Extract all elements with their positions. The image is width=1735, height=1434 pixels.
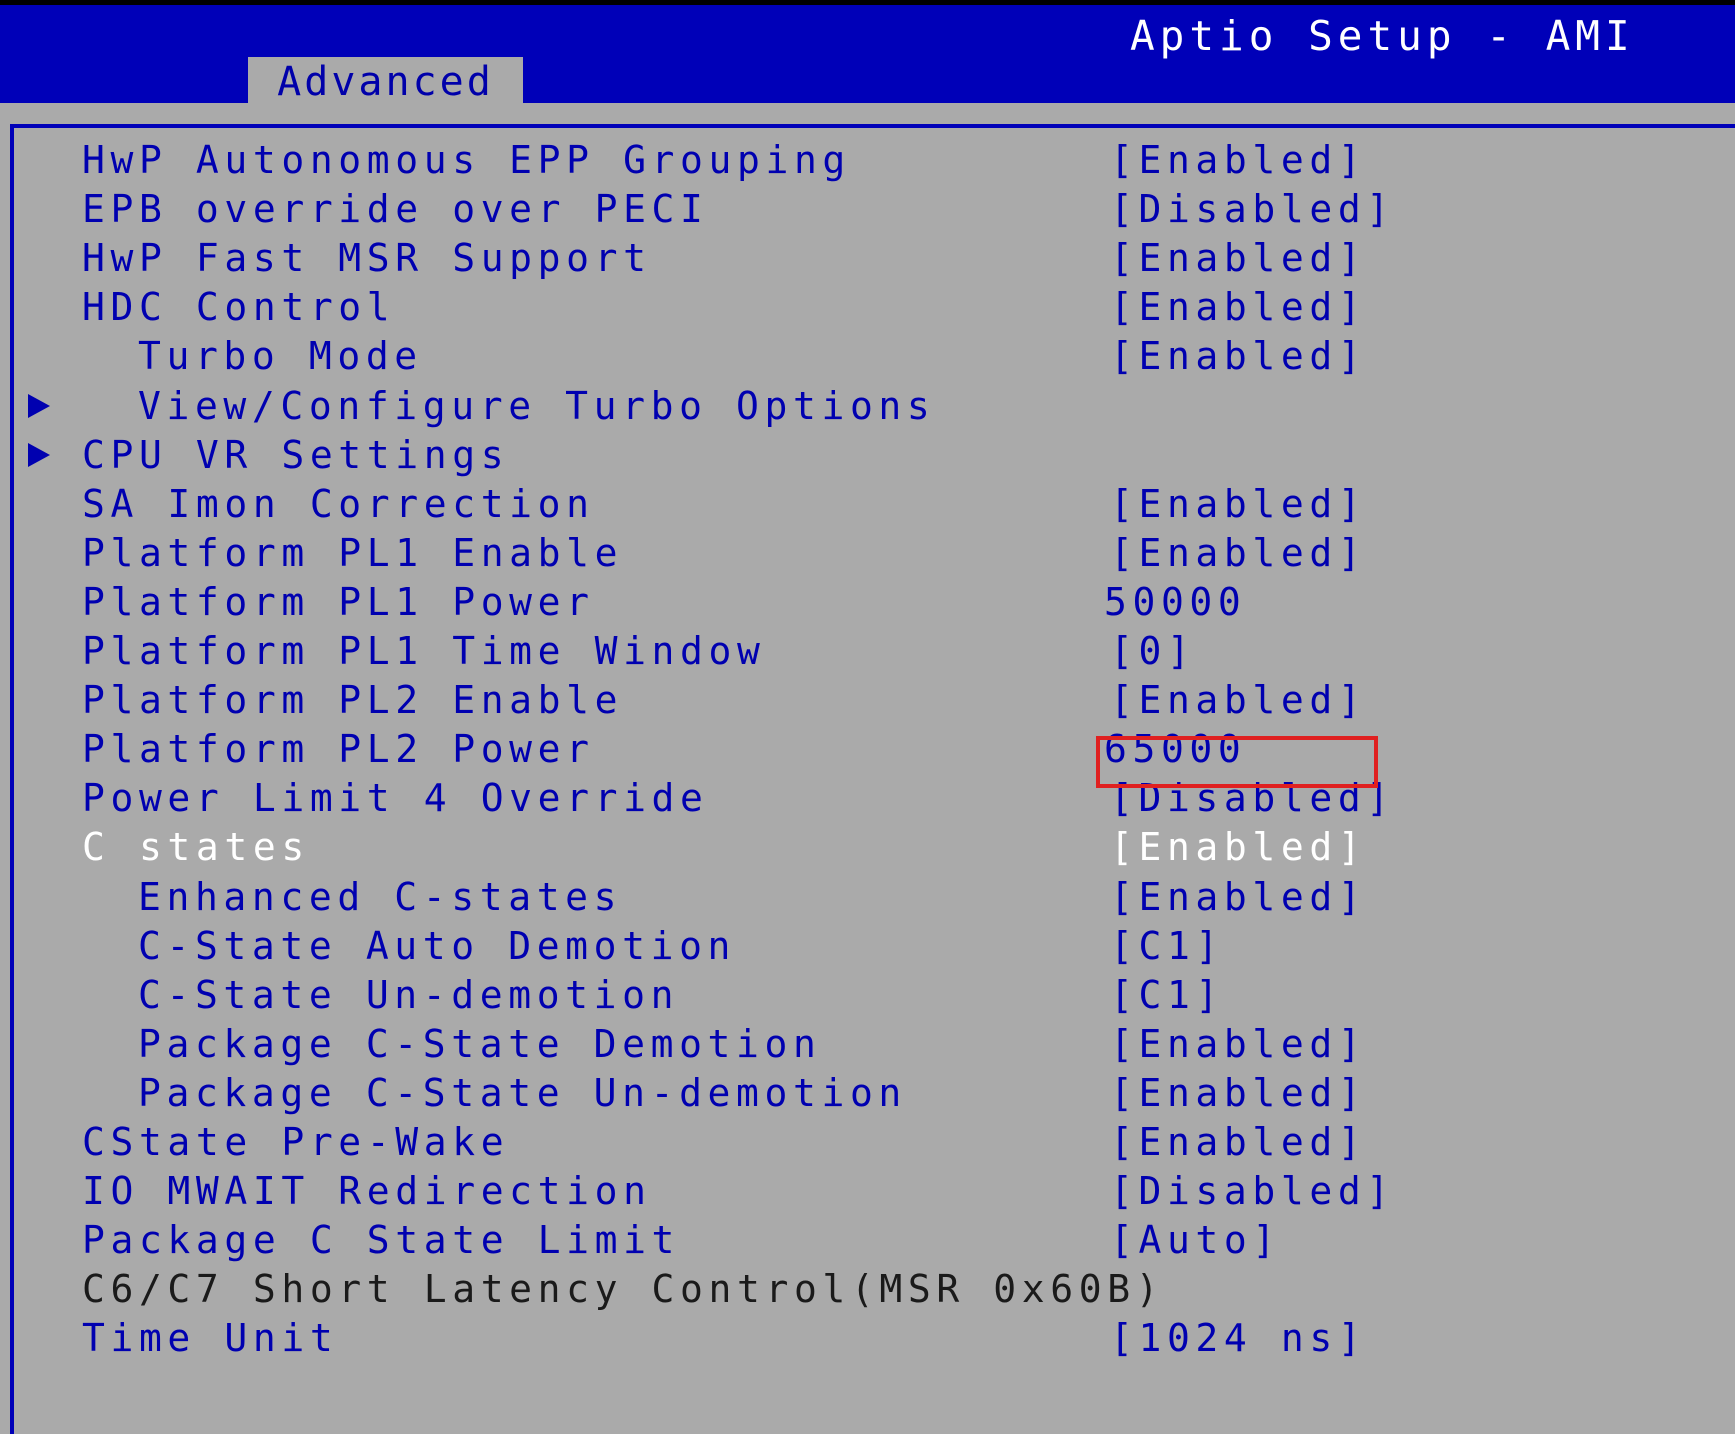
setting-label: HDC Control — [82, 285, 396, 330]
setting-row[interactable]: CState Pre-Wake [Enabled] — [0, 1118, 1735, 1166]
setting-value[interactable]: [Enabled] — [1110, 1118, 1366, 1166]
setting-value[interactable]: [Disabled] — [1110, 1167, 1395, 1215]
setting-row[interactable]: Platform PL2 Power 65000 — [0, 725, 1735, 773]
setting-row[interactable]: Platform PL1 Time Window [0] — [0, 627, 1735, 675]
setting-label: Package C State Limit — [82, 1218, 681, 1263]
setting-row[interactable]: C-State Un-demotion [C1] — [0, 971, 1735, 1019]
setting-label: Platform PL1 Time Window — [82, 629, 766, 673]
setting-row[interactable]: IO MWAIT Redirection [Disabled] — [0, 1167, 1735, 1215]
setting-row[interactable]: HwP Autonomous EPP Grouping [Enabled] — [0, 136, 1735, 184]
setting-row[interactable]: View/Configure Turbo Options — [0, 382, 1735, 430]
setting-label: Power Limit 4 Override — [82, 776, 709, 821]
setting-value[interactable]: [1024 ns] — [1110, 1314, 1366, 1362]
setting-label: C states — [82, 825, 310, 870]
setting-value[interactable]: [Enabled] — [1110, 823, 1366, 871]
setting-label: C-State Un-demotion — [138, 972, 680, 1017]
setting-label: EPB override over PECI — [82, 187, 709, 232]
setting-label: View/Configure Turbo Options — [138, 383, 936, 428]
setting-label: Platform PL2 Enable — [82, 678, 624, 723]
setting-label: IO MWAIT Redirection — [82, 1169, 652, 1214]
app-title: Aptio Setup - AMI — [1130, 12, 1635, 60]
setting-row[interactable]: CPU VR Settings — [0, 431, 1735, 479]
setting-label: Platform PL1 Enable — [82, 530, 624, 575]
setting-label: Package C-State Demotion — [138, 1021, 822, 1066]
setting-value[interactable]: [Enabled] — [1110, 480, 1366, 528]
setting-row[interactable]: Platform PL1 Power 50000 — [0, 578, 1735, 626]
setting-label: CState Pre-Wake — [82, 1120, 510, 1164]
setting-value[interactable]: [Enabled] — [1110, 332, 1366, 380]
setting-row[interactable]: Package C-State Demotion [Enabled] — [0, 1020, 1735, 1068]
setting-row[interactable]: EPB override over PECI [Disabled] — [0, 185, 1735, 233]
setting-row: C6/C7 Short Latency Control(MSR 0x60B) — [0, 1265, 1735, 1313]
tab-advanced[interactable]: Advanced — [248, 57, 523, 108]
bios-screen: Aptio Setup - AMI Advanced HwP Autonomou… — [0, 0, 1735, 1434]
setting-row[interactable]: Platform PL2 Enable [Enabled] — [0, 676, 1735, 724]
panel-border-top — [10, 124, 1735, 128]
setting-row[interactable]: C states [Enabled] — [0, 823, 1735, 871]
setting-label: C6/C7 Short Latency Control(MSR 0x60B) — [82, 1267, 1165, 1312]
submenu-arrow-icon — [28, 442, 50, 467]
setting-value[interactable]: [Enabled] — [1110, 234, 1366, 282]
setting-value[interactable]: [Enabled] — [1110, 1069, 1366, 1117]
setting-row[interactable]: Package C-State Un-demotion [Enabled] — [0, 1069, 1735, 1117]
title-bar: Aptio Setup - AMI Advanced — [0, 5, 1735, 108]
setting-label: Time Unit — [82, 1316, 339, 1361]
setting-label: C-State Auto Demotion — [138, 923, 737, 968]
setting-label: Platform PL2 Power — [82, 727, 595, 772]
setting-row[interactable]: Turbo Mode [Enabled] — [0, 332, 1735, 380]
setting-label: Enhanced C-states — [138, 874, 623, 919]
setting-label: Turbo Mode — [138, 334, 423, 379]
setting-label: Platform PL1 Power — [82, 579, 595, 624]
setting-value[interactable]: [Auto] — [1110, 1216, 1281, 1264]
setting-value[interactable]: [0] — [1110, 627, 1195, 675]
setting-row[interactable]: Time Unit [1024 ns] — [0, 1314, 1735, 1362]
setting-row[interactable]: SA Imon Correction [Enabled] — [0, 480, 1735, 528]
setting-row[interactable]: Platform PL1 Enable [Enabled] — [0, 529, 1735, 577]
settings-panel: HwP Autonomous EPP Grouping [Enabled] EPB … — [0, 103, 1735, 1434]
setting-value[interactable]: [C1] — [1110, 922, 1224, 970]
setting-value[interactable]: [Enabled] — [1110, 1020, 1366, 1068]
setting-value[interactable]: [C1] — [1110, 971, 1224, 1019]
setting-row[interactable]: HwP Fast MSR Support [Enabled] — [0, 234, 1735, 282]
setting-label: CPU VR Settings — [82, 432, 510, 477]
submenu-arrow-icon — [28, 393, 50, 418]
setting-value[interactable]: [Enabled] — [1110, 873, 1366, 921]
setting-row[interactable]: Enhanced C-states [Enabled] — [0, 873, 1735, 921]
setting-value[interactable]: [Enabled] — [1110, 676, 1366, 724]
setting-row[interactable]: HDC Control [Enabled] — [0, 283, 1735, 331]
setting-value[interactable]: [Enabled] — [1110, 136, 1366, 184]
selection-highlight-box — [1096, 736, 1378, 788]
setting-row[interactable]: C-State Auto Demotion [C1] — [0, 922, 1735, 970]
setting-label: Package C-State Un-demotion — [138, 1070, 907, 1115]
setting-row[interactable]: Package C State Limit [Auto] — [0, 1216, 1735, 1264]
setting-row[interactable]: Power Limit 4 Override [Disabled] — [0, 774, 1735, 822]
setting-label: HwP Fast MSR Support — [82, 236, 652, 281]
setting-value[interactable]: [Disabled] — [1110, 185, 1395, 233]
setting-label: SA Imon Correction — [82, 481, 595, 526]
setting-value[interactable]: [Enabled] — [1110, 283, 1366, 331]
setting-value[interactable]: [Enabled] — [1110, 529, 1366, 577]
setting-label: HwP Autonomous EPP Grouping — [82, 138, 851, 182]
setting-value[interactable]: 50000 — [1104, 578, 1246, 626]
